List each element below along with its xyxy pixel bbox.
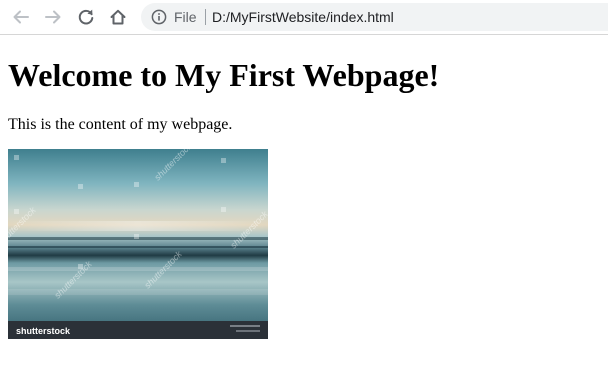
arrow-left-icon	[12, 8, 30, 26]
page-title: Welcome to My First Webpage!	[8, 57, 440, 93]
address-bar[interactable]: File D:/MyFirstWebsite/index.html	[141, 3, 608, 31]
info-icon[interactable]	[151, 9, 167, 25]
shutterstock-logo: shutterstock	[16, 326, 71, 336]
page-paragraph: This is the content of my webpage.	[8, 116, 233, 133]
forward-button[interactable]	[40, 4, 66, 30]
seascape-photo: shutterstock shutterstock shutterstock s…	[8, 149, 268, 339]
browser-toolbar: File D:/MyFirstWebsite/index.html	[0, 0, 608, 35]
reload-icon	[77, 8, 95, 26]
reload-button[interactable]	[73, 4, 99, 30]
back-button[interactable]	[8, 4, 34, 30]
scheme-label: File	[174, 9, 197, 25]
home-button[interactable]	[105, 4, 131, 30]
address-divider	[205, 9, 206, 25]
page-content: Welcome to My First Webpage! This is the…	[0, 35, 608, 369]
arrow-right-icon	[44, 8, 62, 26]
browser-window: File D:/MyFirstWebsite/index.html Welcom…	[0, 0, 608, 369]
home-icon	[109, 8, 127, 26]
url-text[interactable]: D:/MyFirstWebsite/index.html	[212, 8, 394, 26]
